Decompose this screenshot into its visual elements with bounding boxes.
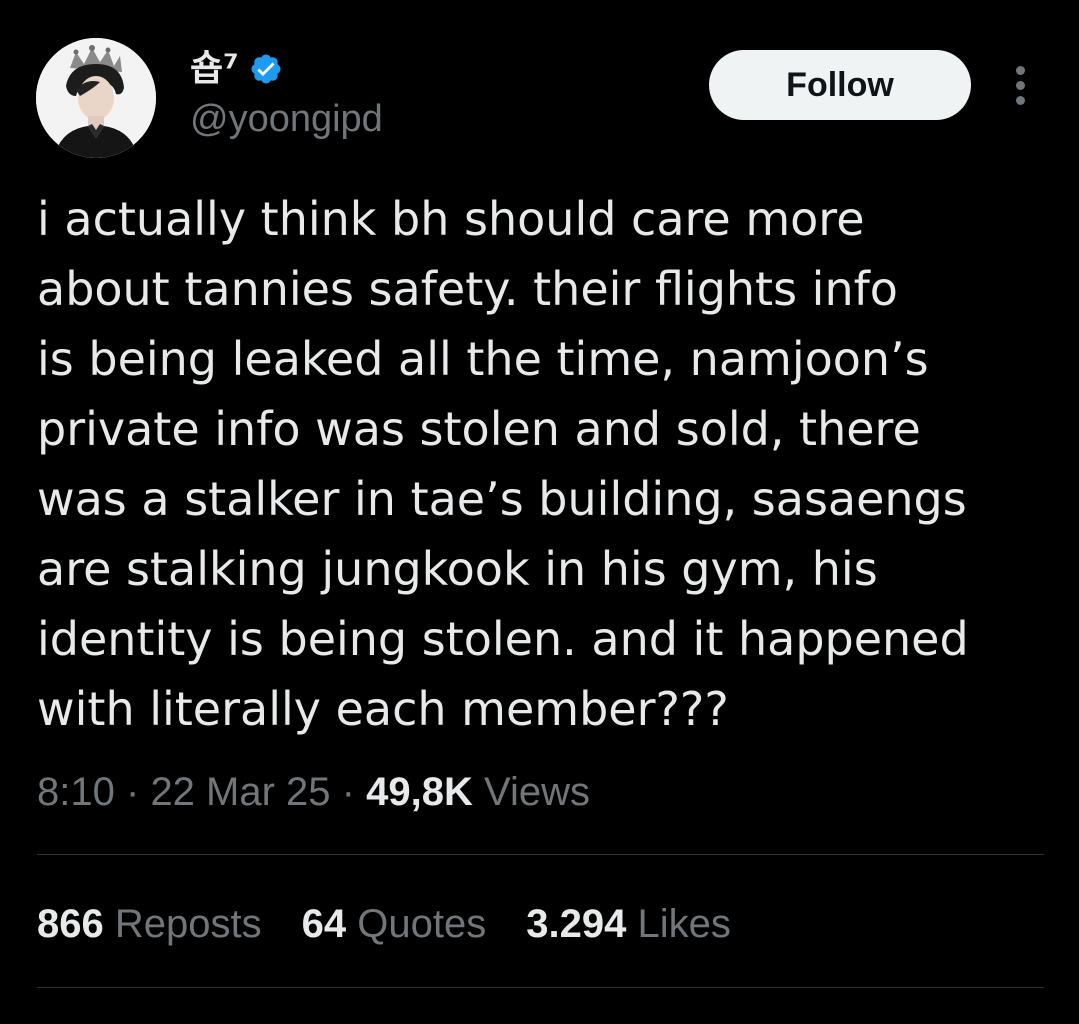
display-name[interactable]: 숍⁷ [190,51,239,87]
reposts-label: Reposts [114,902,262,946]
avatar-image [36,38,156,158]
tweet-text-line: are stalking jungkook in his gym, his [37,542,878,596]
tweet-text-line: i actually think bh should care more [37,192,865,246]
quotes-stat[interactable]: 64 Quotes [302,900,487,948]
author-handle[interactable]: @yoongipd [190,100,383,138]
tweet-text-line: about tannies safety. their flights info [37,262,898,316]
tweet-text-line: private info was stolen and sold, there [37,402,921,456]
meta-separator: · [125,770,140,814]
tweet-time[interactable]: 8:10 [37,770,115,814]
tweet-date[interactable]: 22 Mar 25 [150,770,330,814]
reposts-count: 866 [37,902,104,946]
divider [37,854,1044,855]
tweet-text-line: was a stalker in tae’s building, sasaeng… [37,472,967,526]
author-name-row: 숍⁷ [190,44,283,94]
likes-label: Likes [637,902,731,946]
quotes-count: 64 [301,902,347,946]
more-dot [1015,80,1025,90]
verified-badge-icon[interactable] [249,52,283,86]
quotes-label: Quotes [357,902,487,946]
tweet-detail: 숍⁷ @yoongipd Follow i actually think bh … [0,0,1079,1024]
views-label: Views [484,770,590,814]
likes-count: 3.294 [526,902,627,946]
tweet-text-line: is being leaked all the time, namjoon’s [37,332,929,386]
follow-button[interactable]: Follow [709,50,971,120]
tweet-text-line: with literally each member??? [37,682,729,736]
likes-stat[interactable]: 3.294 Likes [526,900,731,948]
meta-separator: · [341,770,355,814]
engagement-stats: 866 Reposts 64 Quotes 3.294 Likes [37,900,731,948]
more-dot [1015,65,1025,75]
more-vertical-icon[interactable] [1003,62,1037,108]
more-dot [1015,95,1025,105]
tweet-meta: 8:10 · 22 Mar 25 · 49,8K Views [37,768,590,816]
reposts-stat[interactable]: 866 Reposts [37,900,262,948]
avatar[interactable] [36,38,156,158]
tweet-text: i actually think bh should care more abo… [37,184,1057,744]
tweet-text-line: identity is being stolen. and it happene… [37,612,969,666]
views-count: 49,8K [366,770,473,814]
divider [37,987,1044,988]
